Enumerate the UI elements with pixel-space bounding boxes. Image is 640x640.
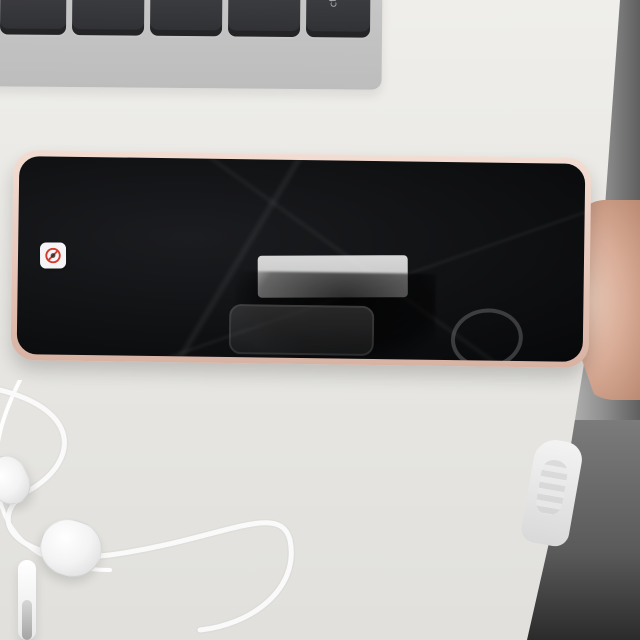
keycap bbox=[71, 0, 145, 36]
phone-screen bbox=[16, 156, 586, 362]
keyboard: ctrl bbox=[0, 0, 383, 90]
earphone-plug-metal bbox=[22, 600, 32, 640]
screen-reflection-device bbox=[228, 304, 375, 357]
keycap-label: ctrl bbox=[328, 0, 339, 7]
keycap bbox=[227, 0, 301, 38]
prohibited-sticker bbox=[39, 242, 67, 269]
keycap bbox=[0, 0, 67, 35]
keycap-ctrl: ctrl bbox=[305, 0, 371, 38]
no-symbol-icon bbox=[45, 247, 61, 264]
smartphone bbox=[10, 149, 592, 369]
keycap bbox=[149, 0, 223, 37]
photo-scene: ctrl bbox=[0, 0, 640, 640]
